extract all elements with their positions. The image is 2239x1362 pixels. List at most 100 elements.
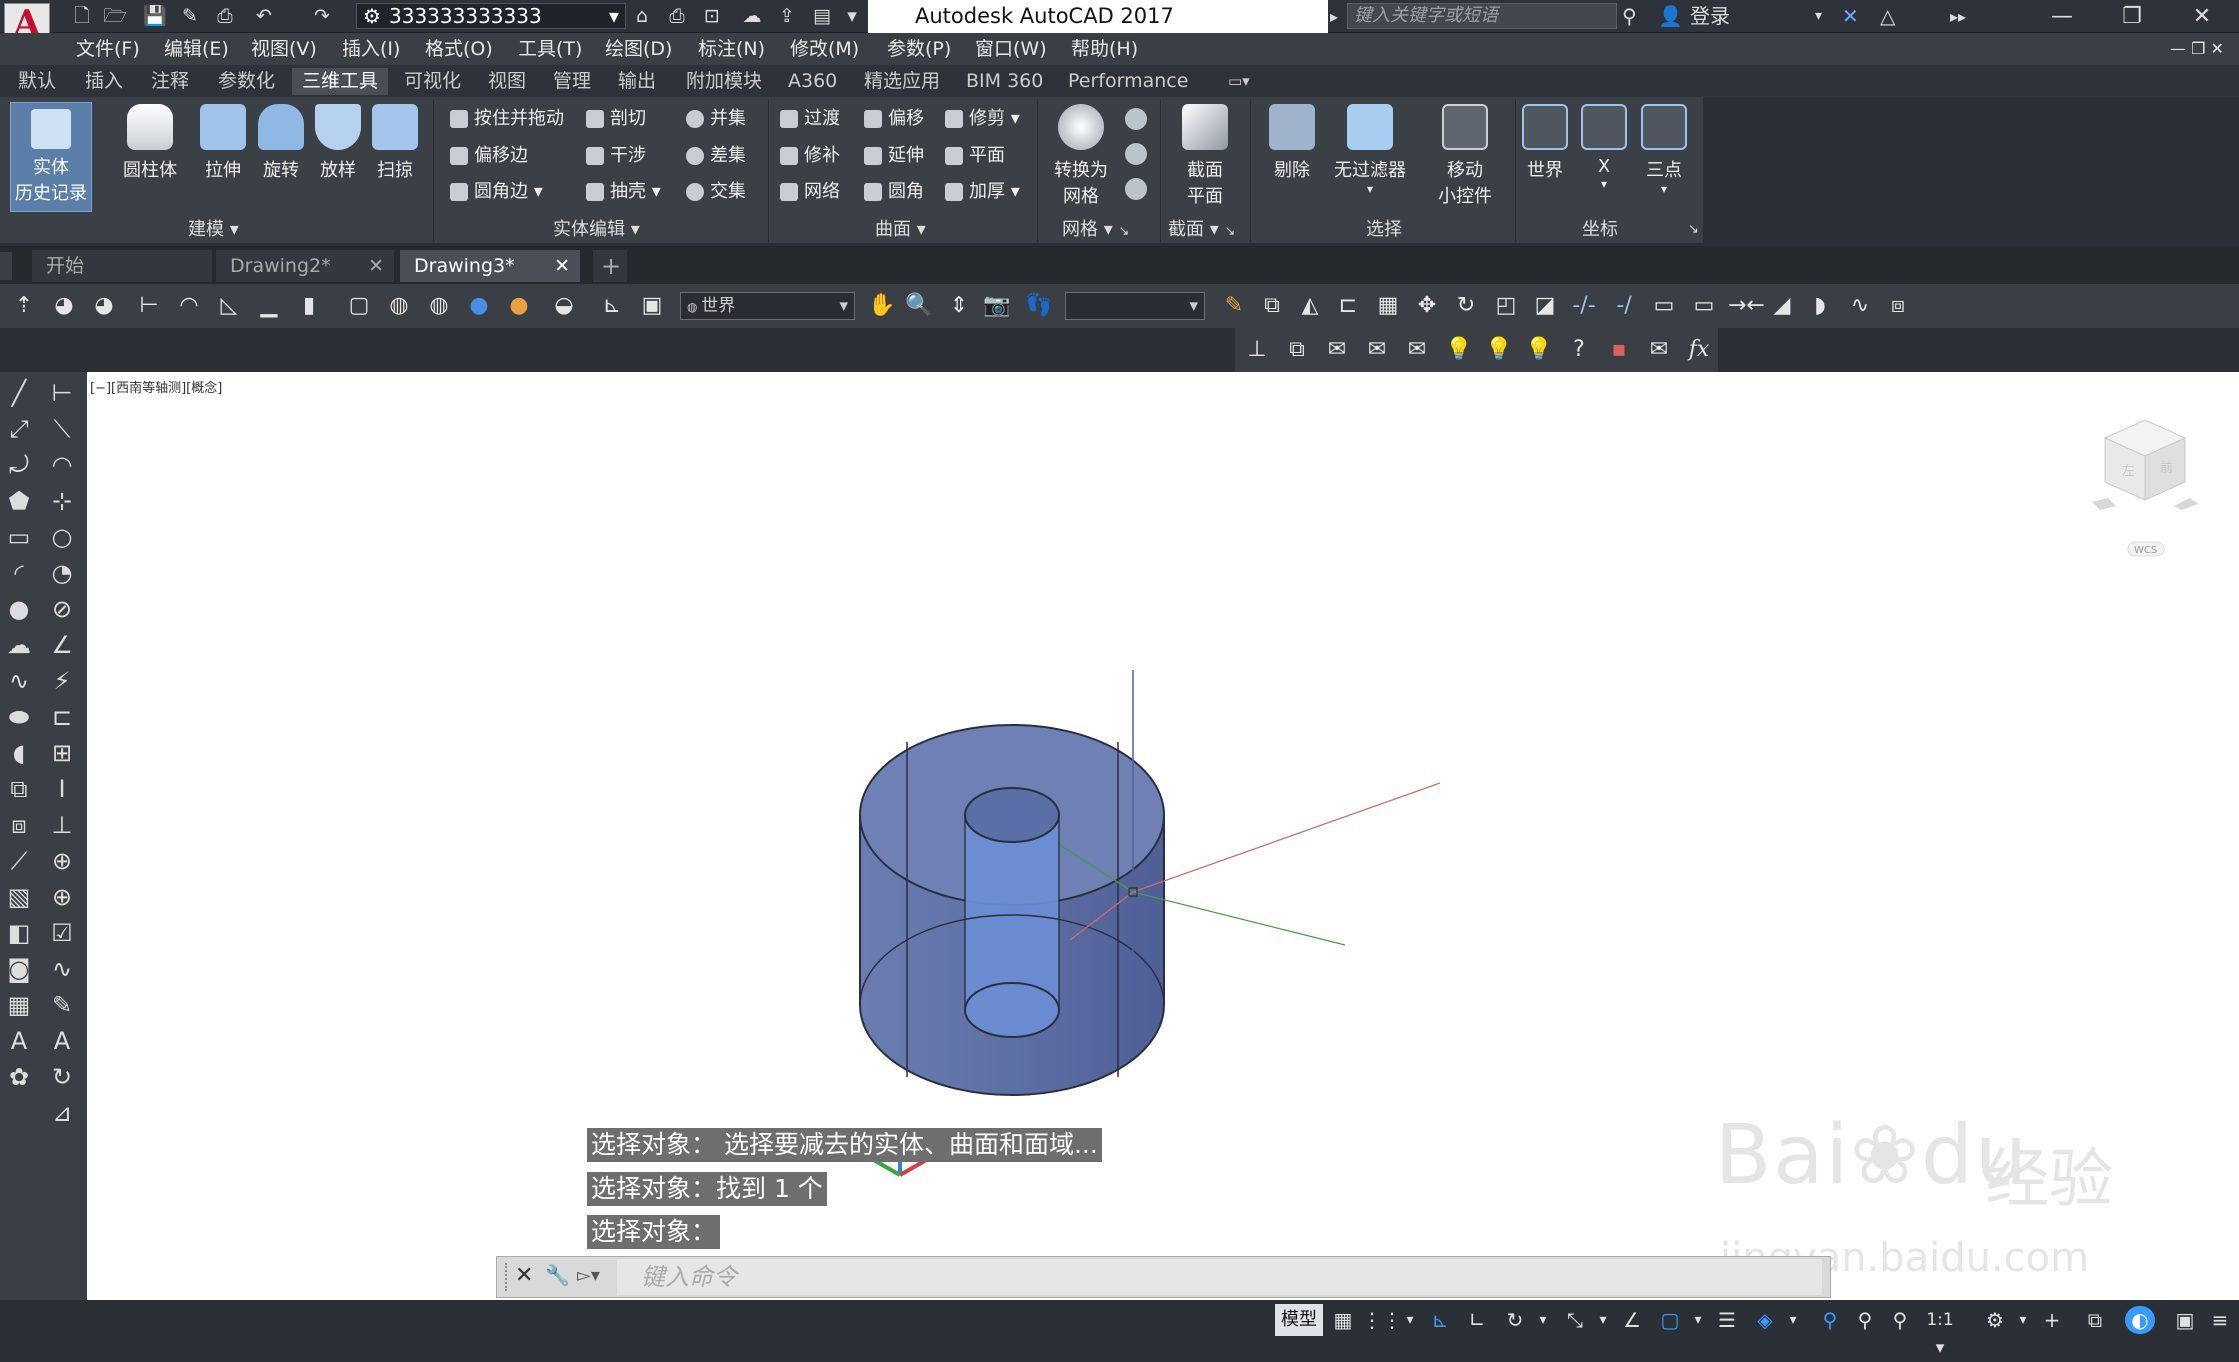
match-properties-icon[interactable]: ⌂: [630, 4, 654, 28]
tb-camera-icon[interactable]: 📷: [983, 292, 1011, 320]
tb2-bulb-icon[interactable]: 💡: [1445, 336, 1473, 364]
slice-button[interactable]: 剖切: [586, 104, 646, 134]
menu-insert[interactable]: 插入(I): [342, 33, 400, 65]
qa-more-icon[interactable]: ▾: [840, 4, 864, 28]
spline-icon[interactable]: ∿: [2, 664, 36, 698]
tb-pencil-icon[interactable]: ✎: [1220, 292, 1248, 320]
new-file-icon[interactable]: 🗋: [70, 4, 94, 28]
table-icon[interactable]: ▦: [2, 988, 36, 1022]
circle-icon[interactable]: ●: [2, 592, 36, 626]
subtract-button[interactable]: 差集: [686, 141, 746, 171]
no-filter-button[interactable]: 无过滤器 ▾: [1330, 104, 1410, 216]
panel-title-section[interactable]: 截面 ▾ ↘: [1168, 218, 1235, 242]
polygon-icon[interactable]: ⬟: [2, 484, 36, 518]
quick-dim-icon[interactable]: ⚡: [45, 664, 79, 698]
tb2-layer-icon[interactable]: ▪: [1605, 336, 1633, 364]
mtext-icon[interactable]: A: [2, 1024, 36, 1058]
tab-visualize[interactable]: 可视化: [394, 68, 471, 95]
tb2-mail-icon[interactable]: ✉: [1323, 336, 1351, 364]
new-tab-plus-icon[interactable]: +: [593, 250, 627, 282]
center-mark-icon[interactable]: ⊕: [45, 880, 79, 914]
tb-orbit-icon[interactable]: ◕: [50, 292, 78, 320]
tb-scale-icon[interactable]: ◰: [1492, 292, 1520, 320]
dim-diameter-icon[interactable]: ⊘: [45, 592, 79, 626]
tb-free-orbit-icon[interactable]: ◕: [90, 292, 118, 320]
tb-visual-style-icon[interactable]: ◒: [550, 292, 578, 320]
tb2-bulb2-icon[interactable]: 💡: [1485, 336, 1513, 364]
tb2-block-insert-icon[interactable]: ⧉: [1283, 336, 1311, 364]
a360-icon[interactable]: △: [1880, 0, 1895, 33]
union-button[interactable]: 并集: [686, 104, 746, 134]
tb-zoom-icon[interactable]: 🔍: [905, 292, 933, 320]
units-icon[interactable]: ⧉: [2080, 1306, 2110, 1334]
tb2-fx-icon[interactable]: fx: [1685, 336, 1713, 364]
point-icon[interactable]: ⟋: [2, 844, 36, 878]
menu-dimension[interactable]: 标注(N): [698, 33, 765, 65]
undo-icon[interactable]: ↶: [252, 4, 276, 28]
tb-pan-icon[interactable]: ✋: [868, 292, 896, 320]
tb-dim-linear-icon[interactable]: ⊢: [135, 292, 163, 320]
model-space-button[interactable]: 模型: [1275, 1304, 1323, 1336]
revolve-button[interactable]: 旋转: [251, 104, 311, 216]
isodraft-icon[interactable]: ⤡: [1560, 1306, 1590, 1334]
tb-trim-icon[interactable]: -/-: [1570, 292, 1598, 320]
tb-dim-angle-icon[interactable]: ◺: [215, 292, 243, 320]
cylinder-button[interactable]: 圆柱体: [120, 104, 180, 216]
dim-edit-icon[interactable]: ✎: [45, 988, 79, 1022]
dim-aligned-icon[interactable]: ⟍: [45, 412, 79, 446]
solid-model[interactable]: [850, 670, 1470, 1110]
tb-ucs-icon[interactable]: ⇡: [10, 292, 38, 320]
help-search-input[interactable]: 键入关键字或短语: [1347, 3, 1617, 29]
dim-break-icon[interactable]: ⊥: [45, 808, 79, 842]
redo-icon[interactable]: ↷: [310, 4, 334, 28]
open-file-icon[interactable]: 🗁: [103, 4, 127, 28]
infer-icon[interactable]: ⊾: [1425, 1306, 1455, 1334]
panel-launcher-icon[interactable]: ↘: [1688, 218, 1699, 242]
tab-insert[interactable]: 插入: [75, 68, 133, 95]
clean-screen-icon[interactable]: ▣: [2170, 1306, 2200, 1334]
add-selected-icon[interactable]: ✿: [2, 1060, 36, 1094]
preview-icon[interactable]: ⊡: [700, 4, 724, 28]
tab-parametric[interactable]: 参数化: [208, 68, 285, 95]
osnap-chevron-icon[interactable]: ▾: [1683, 1306, 1713, 1334]
ortho-icon[interactable]: ∟: [1462, 1306, 1492, 1334]
tab-3d-tools[interactable]: 三维工具: [292, 68, 389, 95]
menu-view[interactable]: 视图(V): [251, 33, 317, 65]
tb-wireframe-icon[interactable]: ◍: [385, 292, 413, 320]
menu-format[interactable]: 格式(O): [425, 33, 493, 65]
ellipse-arc-icon[interactable]: ◖: [2, 736, 36, 770]
tb-array-icon[interactable]: ▦: [1374, 292, 1402, 320]
tb2-mail2-icon[interactable]: ✉: [1363, 336, 1391, 364]
tb-extend-icon[interactable]: -/: [1610, 292, 1638, 320]
surface-offset-button[interactable]: 偏移: [864, 104, 924, 134]
dim-baseline-icon[interactable]: ⊏: [45, 700, 79, 734]
shell-button[interactable]: 抽壳 ▾: [586, 177, 661, 207]
surface-fillet-button[interactable]: 圆角: [864, 177, 924, 207]
tab-annotate[interactable]: 注释: [141, 68, 199, 95]
dim-continue-icon[interactable]: ⊞: [45, 736, 79, 770]
dim-ordinate-icon[interactable]: ⊹: [45, 484, 79, 518]
tb-hidden-icon[interactable]: ◍: [425, 292, 453, 320]
close-icon[interactable]: ✕: [515, 1263, 533, 1288]
layer-icon[interactable]: ▤: [810, 4, 834, 28]
tab-performance[interactable]: Performance: [1058, 68, 1198, 95]
panel-title-mesh[interactable]: 网格 ▾ ↘: [1062, 218, 1129, 242]
tb-mirror-icon[interactable]: ◭: [1296, 292, 1324, 320]
dim-angular-icon[interactable]: ∠: [45, 628, 79, 662]
section-plane-button[interactable]: 截面 平面: [1175, 104, 1235, 216]
dim-style-icon[interactable]: ⊿: [45, 1096, 79, 1130]
polar-icon[interactable]: ↻: [1500, 1306, 1530, 1334]
close-icon[interactable]: ✕: [554, 250, 570, 282]
tab-default[interactable]: 默认: [8, 68, 66, 95]
customize-menu-icon[interactable]: ≡: [2205, 1306, 2235, 1334]
ucs-world-button[interactable]: 世界: [1517, 104, 1573, 216]
rectangle-icon[interactable]: ▭: [2, 520, 36, 554]
menu-file[interactable]: 文件(F): [76, 33, 140, 65]
print-icon[interactable]: ⎙: [213, 4, 237, 28]
minimize-icon[interactable]: —: [2028, 0, 2096, 33]
annotation-visibility-icon[interactable]: ⚲: [1815, 1306, 1845, 1334]
close-icon[interactable]: ✕: [368, 250, 384, 282]
tab-bim360[interactable]: BIM 360: [956, 68, 1053, 95]
snap-icon[interactable]: ⋮⋮: [1362, 1306, 1402, 1334]
lineweight-icon[interactable]: ☰: [1712, 1306, 1742, 1334]
